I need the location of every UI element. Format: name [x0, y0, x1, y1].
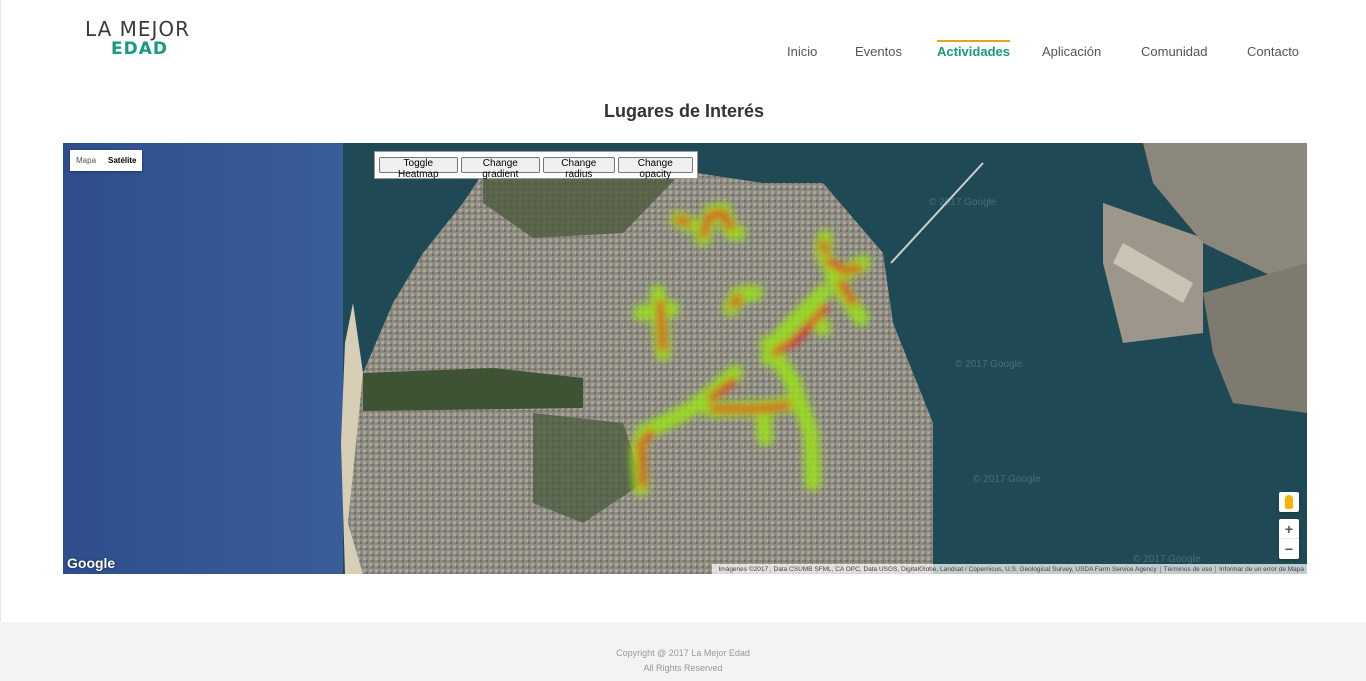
page-container: LA MEJOR EDAD Inicio Eventos Actividades…: [0, 0, 1366, 622]
zoom-control: + −: [1279, 519, 1299, 559]
site-footer: Copyright @ 2017 La Mejor Edad All Right…: [0, 646, 1366, 676]
svg-text:© 2017 Google: © 2017 Google: [973, 474, 1041, 485]
nav-item-inicio[interactable]: Inicio: [787, 44, 817, 59]
toggle-heatmap-button[interactable]: Toggle Heatmap: [379, 157, 458, 180]
footer-copyright: Copyright @ 2017 La Mejor Edad: [616, 648, 750, 658]
main-nav: Inicio Eventos Actividades Aplicación Co…: [1, 40, 1366, 64]
svg-text:© 2017 Google: © 2017 Google: [955, 359, 1023, 370]
heatmap-map[interactable]: © 2017 Google © 2017 Google © 2017 Googl…: [63, 143, 1307, 574]
zoom-out-button[interactable]: −: [1279, 539, 1299, 559]
map-attribution: Imágenes ©2017 , Data CSUMB SFML, CA OPC…: [712, 564, 1307, 574]
footer-rights: All Rights Reserved: [643, 663, 723, 673]
attribution-imagery: Imágenes ©2017 , Data CSUMB SFML, CA OPC…: [718, 565, 1157, 573]
nav-item-aplicacion[interactable]: Aplicación: [1042, 44, 1101, 59]
map-type-toggle: Mapa Satélite: [70, 150, 143, 171]
change-radius-button[interactable]: Change radius: [543, 157, 615, 180]
street-view-pegman-icon[interactable]: [1279, 492, 1299, 512]
nav-item-comunidad[interactable]: Comunidad: [1141, 44, 1208, 59]
logo-line-1: LA MEJOR: [85, 17, 191, 41]
terms-link[interactable]: Términos de uso: [1159, 565, 1215, 573]
map-watermark: © 2017 Google: [929, 197, 997, 208]
nav-item-actividades[interactable]: Actividades: [937, 40, 1010, 59]
map-type-satelite[interactable]: Satélite: [102, 150, 142, 171]
map-type-mapa[interactable]: Mapa: [70, 150, 102, 171]
google-logo[interactable]: Google: [67, 555, 115, 571]
zoom-in-button[interactable]: +: [1279, 519, 1299, 539]
nav-item-contacto[interactable]: Contacto: [1247, 44, 1299, 59]
page-title: Lugares de Interés: [603, 101, 765, 121]
change-opacity-button[interactable]: Change opacity: [617, 157, 693, 180]
report-error-link[interactable]: Informar de un error de Mapa: [1215, 565, 1307, 573]
nav-item-eventos[interactable]: Eventos: [855, 44, 902, 59]
change-gradient-button[interactable]: Change gradient: [460, 157, 541, 180]
satellite-imagery: © 2017 Google © 2017 Google © 2017 Googl…: [63, 143, 1307, 574]
heatmap-controls: Toggle Heatmap Change gradient Change ra…: [374, 151, 698, 180]
